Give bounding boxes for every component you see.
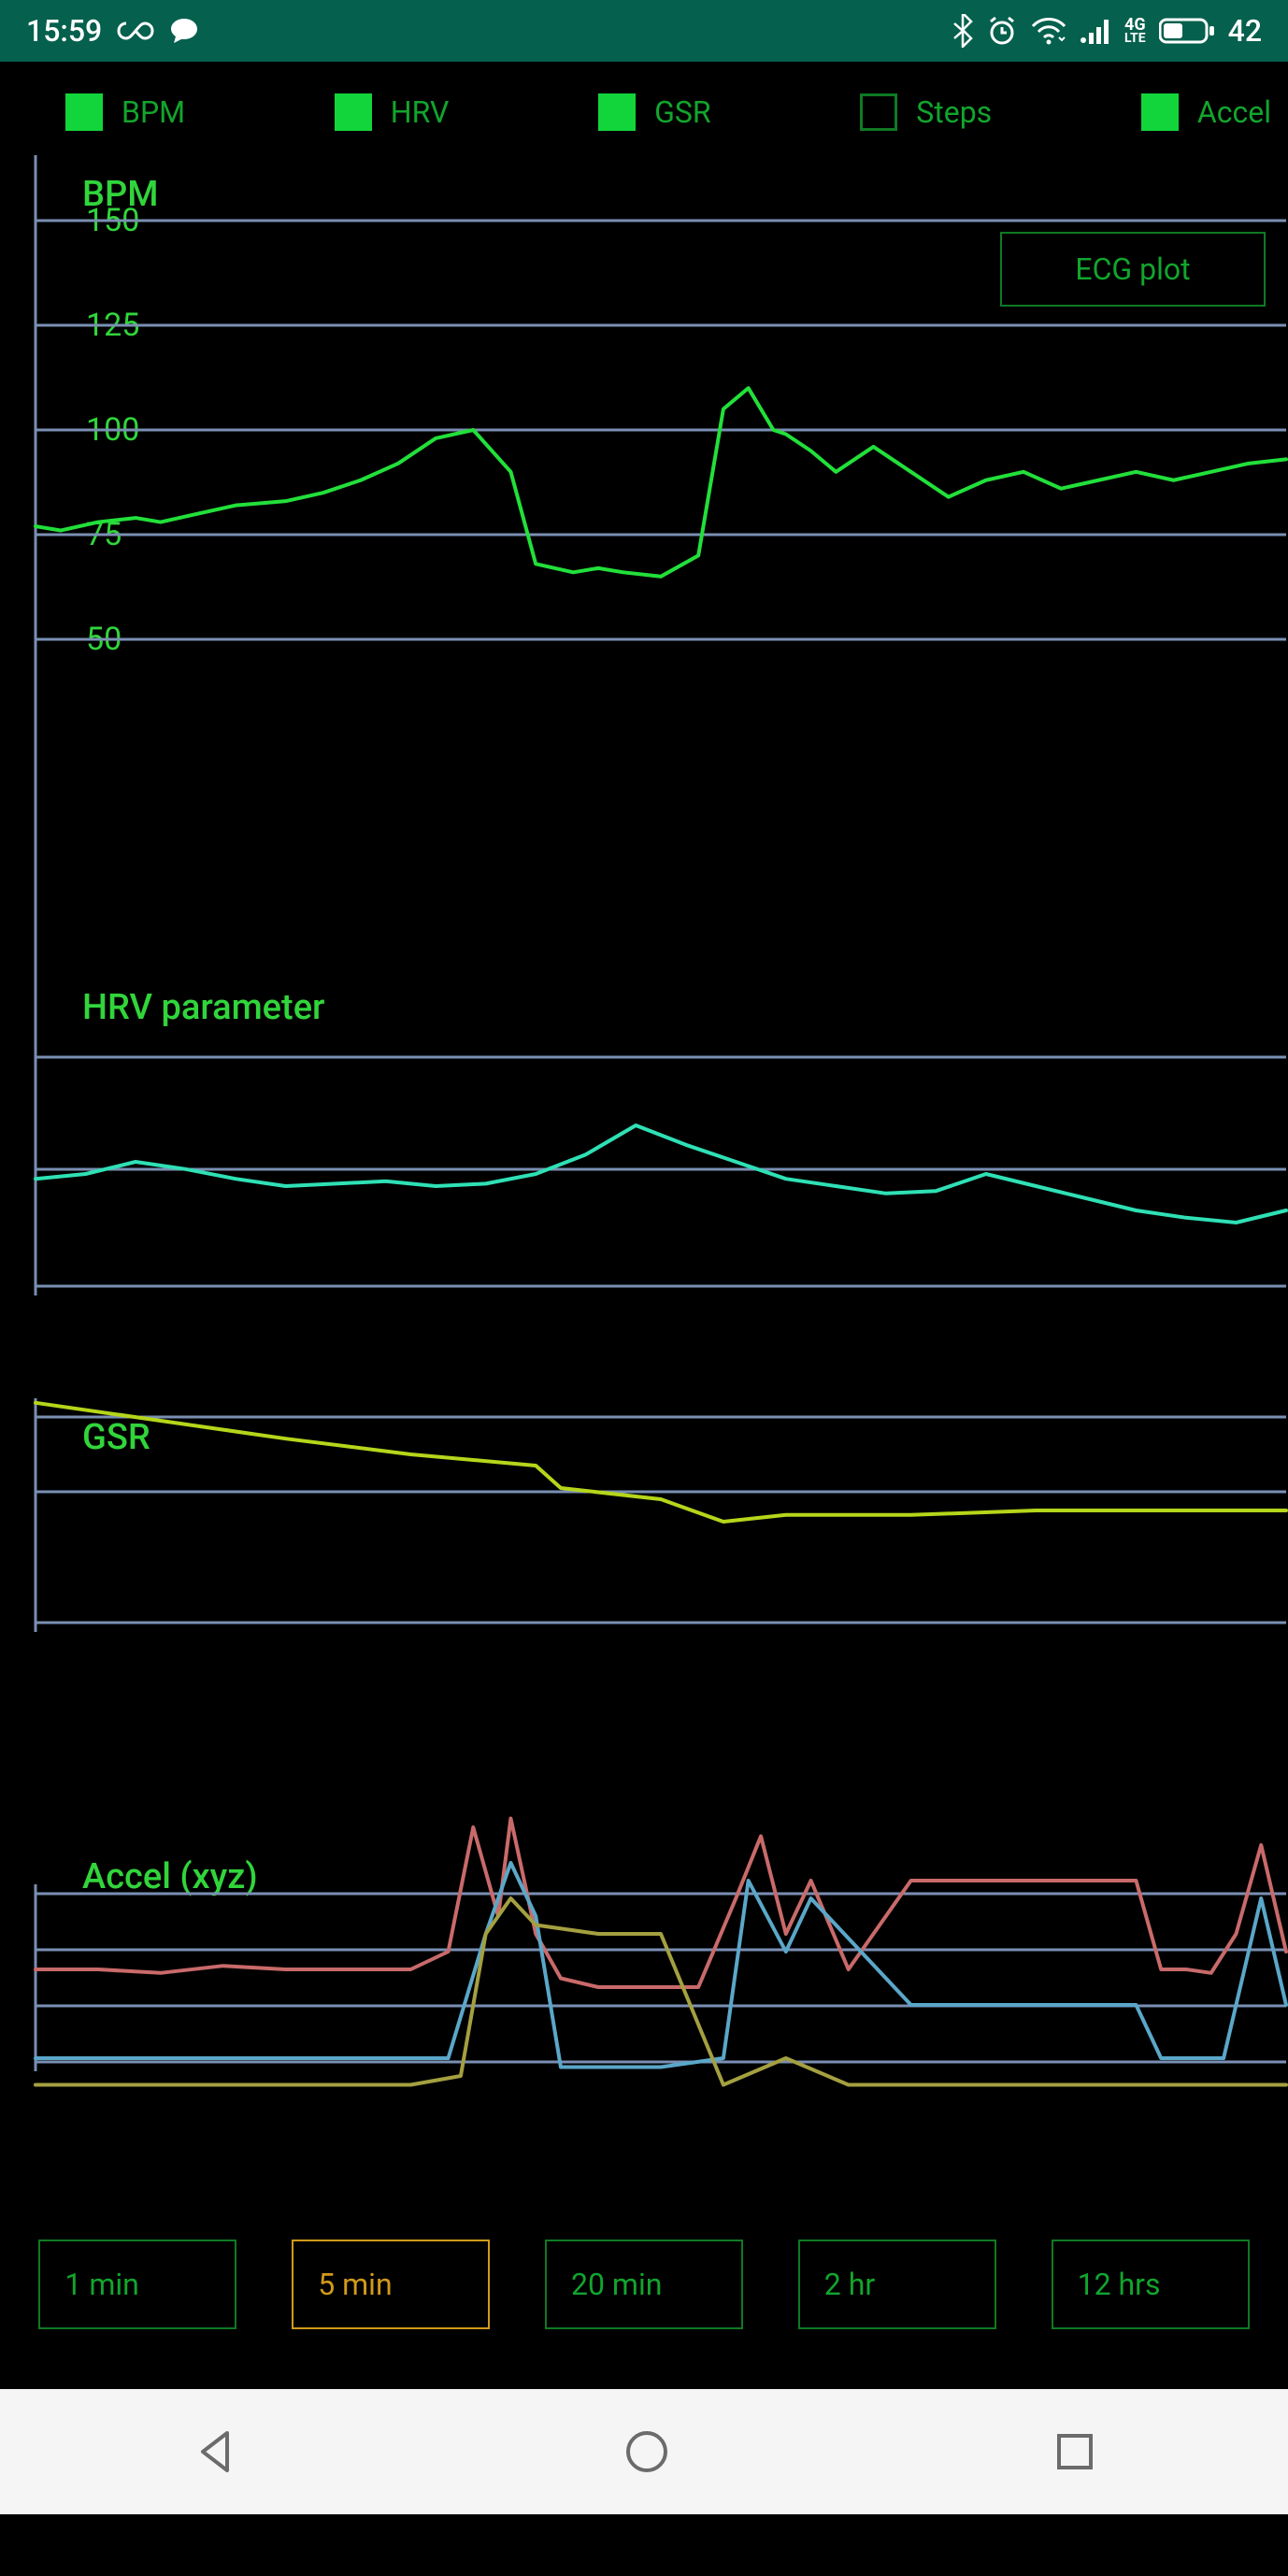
back-icon[interactable] (192, 2427, 240, 2476)
recents-icon[interactable] (1053, 2430, 1096, 2473)
infinity-icon (117, 20, 154, 42)
status-bar: 15:59 4GLTE 42 (0, 0, 1288, 62)
range-2hr[interactable]: 2 hr (798, 2240, 996, 2329)
bluetooth-icon (952, 14, 973, 48)
battery-percent: 42 (1228, 13, 1262, 49)
range-12hrs[interactable]: 12 hrs (1052, 2240, 1250, 2329)
android-nav-bar (0, 2389, 1288, 2514)
wifi-icon (1031, 17, 1066, 45)
time-range-row: 1 min 5 min 20 min 2 hr 12 hrs (0, 2240, 1288, 2329)
range-1min[interactable]: 1 min (38, 2240, 236, 2329)
battery-icon (1159, 17, 1215, 45)
status-time: 15:59 (26, 13, 102, 49)
chat-icon (169, 16, 199, 46)
network-type: 4GLTE (1124, 18, 1146, 45)
plots-canvas (0, 62, 1288, 2389)
home-icon[interactable] (623, 2427, 671, 2476)
cellular-icon (1080, 18, 1111, 44)
range-20min[interactable]: 20 min (545, 2240, 743, 2329)
alarm-icon (986, 15, 1018, 47)
plot-area: BPM HRV GSR Steps Accel ECG plot BPM HRV… (0, 62, 1288, 2389)
range-5min[interactable]: 5 min (292, 2240, 490, 2329)
